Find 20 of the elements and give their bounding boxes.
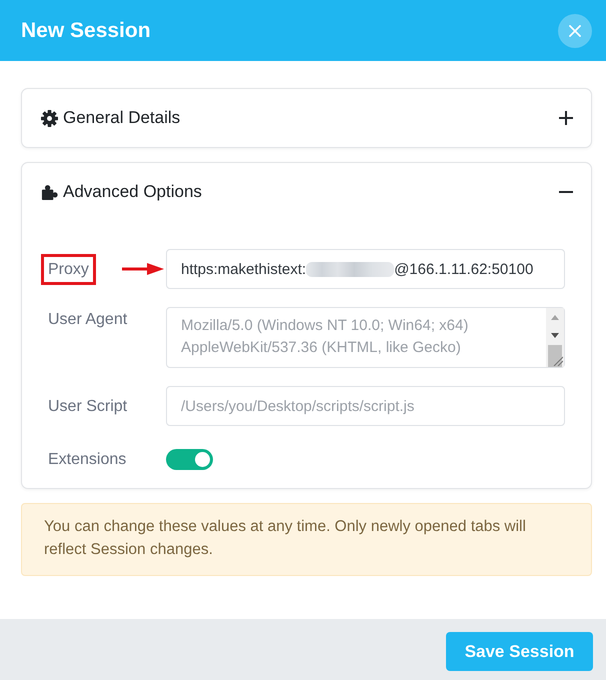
text-field[interactable]: /Users/you/Desktop/scripts/script.js bbox=[166, 386, 565, 426]
dialog-title: New Session bbox=[21, 18, 151, 42]
field-label: Proxy bbox=[48, 260, 89, 280]
toggle-switch[interactable] bbox=[166, 449, 213, 470]
section-title[interactable]: General Details bbox=[63, 108, 559, 128]
gear-icon bbox=[41, 110, 58, 126]
scrollbar[interactable] bbox=[546, 308, 564, 367]
puzzle-piece-icon bbox=[41, 184, 58, 200]
section-title[interactable]: Advanced Options bbox=[63, 182, 559, 202]
notice-text: You can change these values at any time. Only newly opened tabs will reflect Session changes. bbox=[44, 517, 527, 560]
close-icon bbox=[569, 24, 581, 36]
textarea-field[interactable]: Mozilla/5.0 (Windows NT 10.0; Win64; x64) AppleWebKit/537.36 (KHTML, like Gecko) bbox=[166, 307, 565, 368]
text-field[interactable]: https:makethistext: @166.1.11.62:50100 bbox=[166, 249, 565, 289]
field-label: Extensions bbox=[48, 450, 126, 470]
close-button[interactable] bbox=[558, 14, 592, 48]
field-label: User Script bbox=[48, 396, 128, 416]
resize-grip-icon[interactable] bbox=[553, 356, 563, 366]
field-label: User Agent bbox=[48, 310, 128, 330]
plus-icon[interactable] bbox=[559, 111, 573, 125]
arrow-icon bbox=[122, 263, 164, 275]
